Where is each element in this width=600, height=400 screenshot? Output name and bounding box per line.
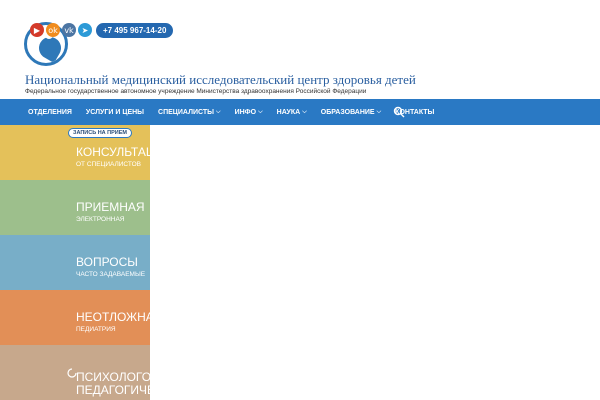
nav-item-science[interactable]: НАУКА ⌵ [270, 99, 314, 125]
nav-item-specialists[interactable]: СПЕЦИАЛИСТЫ ⌵ [151, 99, 228, 125]
nav-item-education[interactable]: ОБРАЗОВАНИЕ ⌵ [314, 99, 388, 125]
search-icon[interactable] [393, 106, 405, 118]
chevron-down-icon: ⌵ [302, 108, 307, 115]
tile-emergency[interactable]: НЕОТЛОЖНАЯ ПЕДИАТРИЯ [0, 290, 150, 345]
phone-button[interactable]: +7 495 967-14-20 [96, 23, 174, 38]
appointment-button[interactable]: ЗАПИСЬ НА ПРИЕМ [68, 128, 133, 138]
odnoklassniki-icon[interactable]: ok [46, 23, 60, 37]
chevron-down-icon: ⌵ [376, 108, 382, 115]
tile-reception[interactable]: ПРИЕМНАЯ ЭЛЕКТРОННАЯ [0, 180, 150, 235]
site-subtitle: Федеральное государственное автономное у… [25, 88, 367, 95]
chevron-down-icon: ⌵ [258, 108, 263, 115]
tile-faq[interactable]: ВОПРОСЫ ЧАСТО ЗАДАВАЕМЫЕ [0, 235, 150, 290]
site-title[interactable]: Национальный медицинский исследовательск… [25, 72, 416, 88]
youtube-icon[interactable]: ▶ [30, 23, 44, 37]
chevron-down-icon: ⌵ [216, 108, 221, 115]
quick-links: КОНСУЛЬТАЦИ ОТ СПЕЦИАЛИСТОВ ПРИЕМНАЯ ЭЛЕ… [0, 125, 150, 400]
nav-item-info[interactable]: ИНФО ⌵ [228, 99, 270, 125]
vk-icon[interactable]: vk [62, 23, 76, 37]
tile-psychology[interactable]: ПСИХОЛОГО-ПЕДАГОГИЧЕС [0, 345, 150, 400]
main-nav: ОТДЕЛЕНИЯ УСЛУГИ И ЦЕНЫ СПЕЦИАЛИСТЫ ⌵ ИНФ… [0, 99, 600, 125]
nav-item-services[interactable]: УСЛУГИ И ЦЕНЫ [79, 99, 151, 125]
social-links: ▶ ok vk ➤ [30, 23, 92, 37]
nav-item-departments[interactable]: ОТДЕЛЕНИЯ [0, 99, 79, 125]
telegram-icon[interactable]: ➤ [78, 23, 92, 37]
